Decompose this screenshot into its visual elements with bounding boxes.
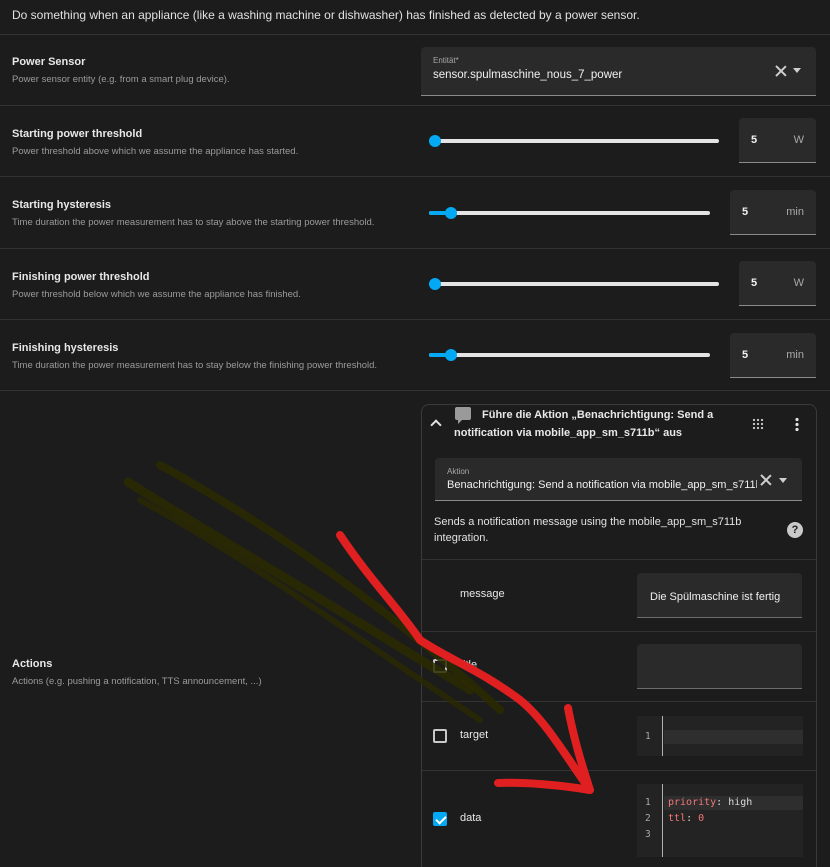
- close-icon[interactable]: [759, 473, 773, 487]
- number-unit: W: [793, 134, 804, 146]
- slider-title: Finishing power threshold: [12, 271, 150, 283]
- starting-power-input[interactable]: 5 W: [739, 118, 816, 163]
- line-number: 3: [645, 829, 651, 840]
- action-select[interactable]: Aktion Benachrichtigung: Send a notifica…: [435, 458, 802, 501]
- starting-hysteresis-input[interactable]: 5 min: [730, 190, 816, 235]
- divider: [0, 105, 830, 106]
- target-code-editor[interactable]: 1: [637, 716, 803, 756]
- title-input[interactable]: [637, 644, 802, 689]
- finishing-power-input[interactable]: 5 W: [739, 261, 816, 306]
- annotation-stroke: [123, 477, 475, 695]
- yaml-value: 0: [698, 813, 705, 824]
- divider: [422, 559, 816, 560]
- slider-description: Power threshold below which we assume th…: [12, 289, 301, 300]
- action-field-value[interactable]: Benachrichtigung: Send a notification vi…: [447, 479, 757, 491]
- slider-knob[interactable]: [445, 349, 458, 361]
- finishing-power-slider[interactable]: [429, 278, 719, 290]
- entity-field-label: Entität*: [433, 56, 459, 65]
- close-icon[interactable]: [774, 64, 788, 78]
- slider-title: Starting hysteresis: [12, 199, 112, 211]
- target-label: target: [460, 729, 489, 741]
- dropdown-arrow-icon[interactable]: [793, 68, 801, 73]
- data-label: data: [460, 812, 482, 824]
- actions-title: Actions: [12, 658, 53, 670]
- number-unit: min: [786, 349, 804, 361]
- slider-knob[interactable]: [429, 135, 441, 147]
- action-field-label: Aktion: [447, 467, 470, 476]
- slider-title: Finishing hysteresis: [12, 342, 119, 354]
- divider: [422, 770, 816, 771]
- power-sensor-entity-select[interactable]: Entität* sensor.spulmaschine_nous_7_powe…: [421, 47, 816, 96]
- starting-power-slider[interactable]: [429, 135, 719, 147]
- message-label: message: [460, 588, 505, 600]
- slider-description: Time duration the power measurement has …: [12, 360, 378, 371]
- service-description: Sends a notification message using the m…: [434, 516, 742, 544]
- slider-description: Time duration the power measurement has …: [12, 217, 375, 228]
- target-checkbox[interactable]: [433, 729, 447, 743]
- yaml-sep: :: [716, 797, 729, 808]
- yaml-key: priority: [668, 797, 717, 808]
- starting-hysteresis-slider[interactable]: [429, 207, 710, 219]
- divider: [0, 248, 830, 249]
- divider: [0, 34, 830, 35]
- dropdown-arrow-icon[interactable]: [779, 478, 787, 483]
- line-number: 1: [645, 731, 651, 742]
- drag-handle-icon[interactable]: [752, 418, 764, 430]
- divider: [0, 390, 830, 391]
- number-unit: W: [793, 277, 804, 289]
- finishing-hysteresis-slider[interactable]: [429, 349, 710, 361]
- number-value: 5: [751, 134, 758, 146]
- blueprint-description: Do something when an appliance (like a w…: [12, 8, 640, 22]
- active-line: [664, 730, 803, 744]
- title-label: title: [460, 659, 478, 671]
- more-vert-icon[interactable]: [795, 417, 799, 431]
- slider-description: Power threshold above which we assume th…: [12, 146, 299, 157]
- divider: [0, 319, 830, 320]
- action-card-title[interactable]: Führe die Aktion „Benachrichtigung: Send…: [454, 406, 724, 442]
- divider: [422, 701, 816, 702]
- code-line: ttl: 0: [668, 813, 704, 824]
- code-line: priority: high: [668, 797, 752, 808]
- power-sensor-title: Power Sensor: [12, 56, 86, 68]
- line-number: 2: [645, 813, 651, 824]
- divider: [422, 631, 816, 632]
- finishing-hysteresis-input[interactable]: 5 min: [730, 333, 816, 378]
- divider: [0, 176, 830, 177]
- title-checkbox[interactable]: [433, 659, 447, 673]
- slider-knob[interactable]: [445, 207, 458, 219]
- number-value: 5: [742, 206, 749, 218]
- slider-knob[interactable]: [429, 278, 441, 290]
- yaml-key: ttl: [668, 813, 687, 824]
- help-icon[interactable]: ?: [787, 522, 803, 538]
- slider-title: Starting power threshold: [12, 128, 143, 140]
- number-value: 5: [751, 277, 758, 289]
- yaml-value: high: [728, 797, 753, 808]
- message-value: Die Spülmaschine ist fertig: [650, 591, 781, 603]
- number-unit: min: [786, 206, 804, 218]
- power-sensor-description: Power sensor entity (e.g. from a smart p…: [12, 74, 230, 85]
- message-input[interactable]: Die Spülmaschine ist fertig: [637, 573, 802, 618]
- actions-description: Actions (e.g. pushing a notification, TT…: [12, 676, 262, 687]
- line-number: 1: [645, 797, 651, 808]
- data-code-editor[interactable]: 1 2 3 priority: high ttl: 0: [637, 784, 803, 857]
- data-checkbox[interactable]: [433, 812, 447, 826]
- entity-field-value[interactable]: sensor.spulmaschine_nous_7_power: [433, 69, 622, 81]
- number-value: 5: [742, 349, 749, 361]
- yaml-sep: :: [686, 813, 699, 824]
